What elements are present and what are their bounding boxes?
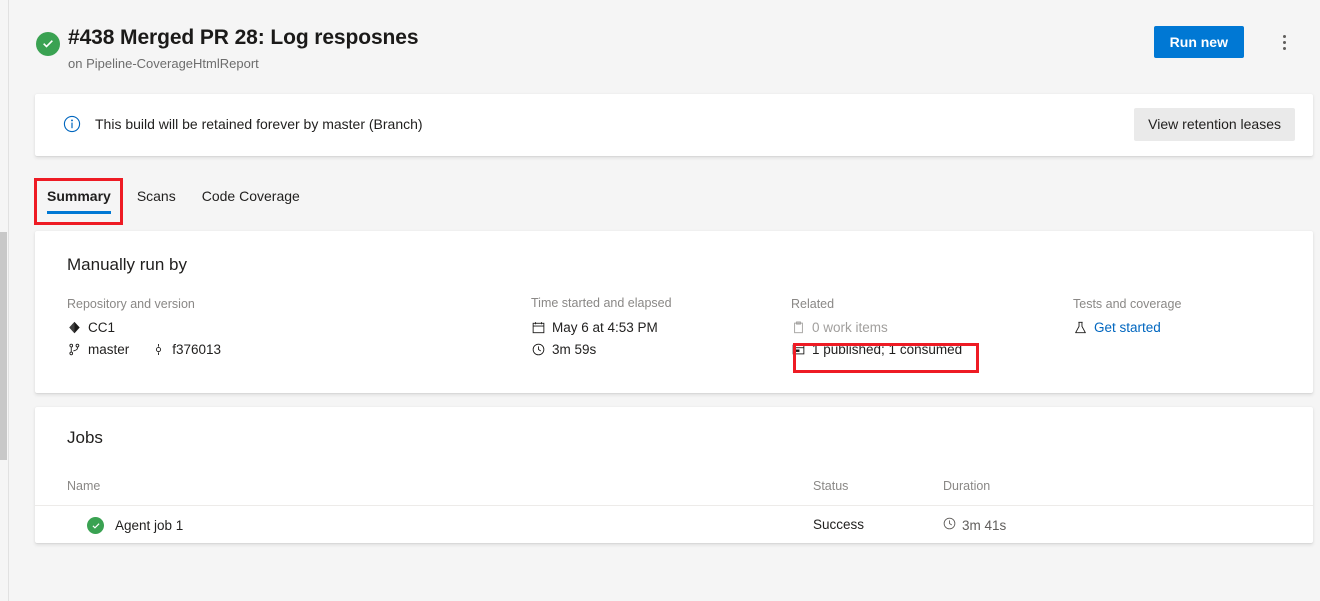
tab-code-coverage-label: Code Coverage bbox=[202, 188, 300, 204]
tab-bar: Summary Scans Code Coverage bbox=[34, 180, 313, 222]
tests-column: Tests and coverage Get started bbox=[1073, 297, 1293, 364]
view-retention-leases-button[interactable]: View retention leases bbox=[1134, 108, 1295, 141]
repository-label: Repository and version bbox=[67, 297, 531, 311]
job-status: Success bbox=[813, 517, 864, 532]
calendar-icon bbox=[531, 320, 546, 335]
branch-icon bbox=[67, 342, 82, 357]
clock-icon bbox=[531, 342, 546, 357]
run-header: #438 Merged PR 28: Log resposnes on Pipe… bbox=[10, 0, 1320, 82]
page-scrollbar[interactable] bbox=[0, 0, 9, 601]
commit-hash: f376013 bbox=[172, 342, 221, 357]
commit-row[interactable]: f376013 bbox=[151, 342, 221, 357]
artifacts-row[interactable]: 1 published; 1 consumed bbox=[791, 342, 1073, 357]
repository-name-row[interactable]: CC1 bbox=[67, 320, 531, 335]
jobs-table-header: Name Status Duration bbox=[35, 467, 1313, 506]
related-column: Related 0 work items bbox=[791, 297, 1073, 364]
run-details-title: Manually run by bbox=[67, 255, 187, 275]
artifacts-value: 1 published; 1 consumed bbox=[812, 342, 962, 357]
related-label: Related bbox=[791, 297, 1073, 311]
column-header-name: Name bbox=[67, 479, 100, 493]
repository-name: CC1 bbox=[88, 320, 115, 335]
time-started-value: May 6 at 4:53 PM bbox=[552, 320, 658, 335]
jobs-title: Jobs bbox=[67, 428, 103, 448]
column-header-duration: Duration bbox=[943, 479, 990, 493]
azure-repos-icon bbox=[67, 320, 82, 335]
pipeline-subtitle: on Pipeline-CoverageHtmlReport bbox=[68, 56, 259, 71]
work-items-row[interactable]: 0 work items bbox=[791, 320, 1073, 335]
run-details-card: Manually run by Repository and version C… bbox=[35, 231, 1313, 393]
tests-get-started-row[interactable]: Get started bbox=[1073, 320, 1293, 335]
retention-message: This build will be retained forever by m… bbox=[95, 116, 423, 132]
column-header-status: Status bbox=[813, 479, 848, 493]
tab-summary-label: Summary bbox=[47, 188, 111, 204]
run-details-columns: Repository and version CC1 bbox=[67, 297, 1293, 364]
check-circle-success-icon bbox=[36, 32, 60, 56]
tab-code-coverage[interactable]: Code Coverage bbox=[189, 180, 313, 220]
job-duration-cell: 3m 41s bbox=[943, 517, 1006, 533]
clock-icon bbox=[943, 517, 956, 533]
job-name-cell: Agent job 1 bbox=[87, 517, 183, 534]
run-new-button[interactable]: Run new bbox=[1154, 26, 1244, 58]
artifacts-box-icon bbox=[791, 342, 806, 357]
tab-scans-label: Scans bbox=[137, 188, 176, 204]
branch-commit-row: master f376013 bbox=[67, 342, 531, 364]
pipeline-run-page: #438 Merged PR 28: Log resposnes on Pipe… bbox=[0, 0, 1320, 601]
check-circle-success-icon bbox=[87, 517, 104, 534]
tab-active-underline bbox=[47, 211, 111, 214]
more-vertical-icon[interactable] bbox=[1268, 26, 1300, 58]
time-label: Time started and elapsed bbox=[531, 296, 791, 310]
time-started-row: May 6 at 4:53 PM bbox=[531, 320, 791, 335]
branch-name: master bbox=[88, 342, 129, 357]
page-content: #438 Merged PR 28: Log resposnes on Pipe… bbox=[10, 0, 1320, 601]
job-duration: 3m 41s bbox=[962, 518, 1006, 533]
repository-column: Repository and version CC1 bbox=[67, 297, 531, 364]
retention-banner: This build will be retained forever by m… bbox=[35, 94, 1313, 156]
time-column: Time started and elapsed May 6 at 4:53 P… bbox=[531, 297, 791, 364]
commit-icon bbox=[151, 342, 166, 357]
tests-label: Tests and coverage bbox=[1073, 297, 1293, 311]
scrollbar-thumb[interactable] bbox=[0, 232, 7, 460]
tab-summary[interactable]: Summary bbox=[34, 180, 124, 220]
work-items-icon bbox=[791, 320, 806, 335]
table-row[interactable]: Agent job 1 Success 3m 41s bbox=[35, 506, 1313, 543]
jobs-card: Jobs Name Status Duration Agent job 1 Su… bbox=[35, 407, 1313, 543]
time-elapsed-row: 3m 59s bbox=[531, 342, 791, 357]
work-items-value: 0 work items bbox=[812, 320, 888, 335]
time-elapsed-value: 3m 59s bbox=[552, 342, 596, 357]
tests-get-started-link[interactable]: Get started bbox=[1094, 320, 1161, 335]
info-circle-icon bbox=[63, 115, 81, 133]
page-title: #438 Merged PR 28: Log resposnes bbox=[68, 26, 418, 50]
tab-scans[interactable]: Scans bbox=[124, 180, 189, 220]
flask-beaker-icon bbox=[1073, 320, 1088, 335]
branch-row[interactable]: master bbox=[67, 342, 129, 357]
job-name: Agent job 1 bbox=[115, 518, 183, 533]
